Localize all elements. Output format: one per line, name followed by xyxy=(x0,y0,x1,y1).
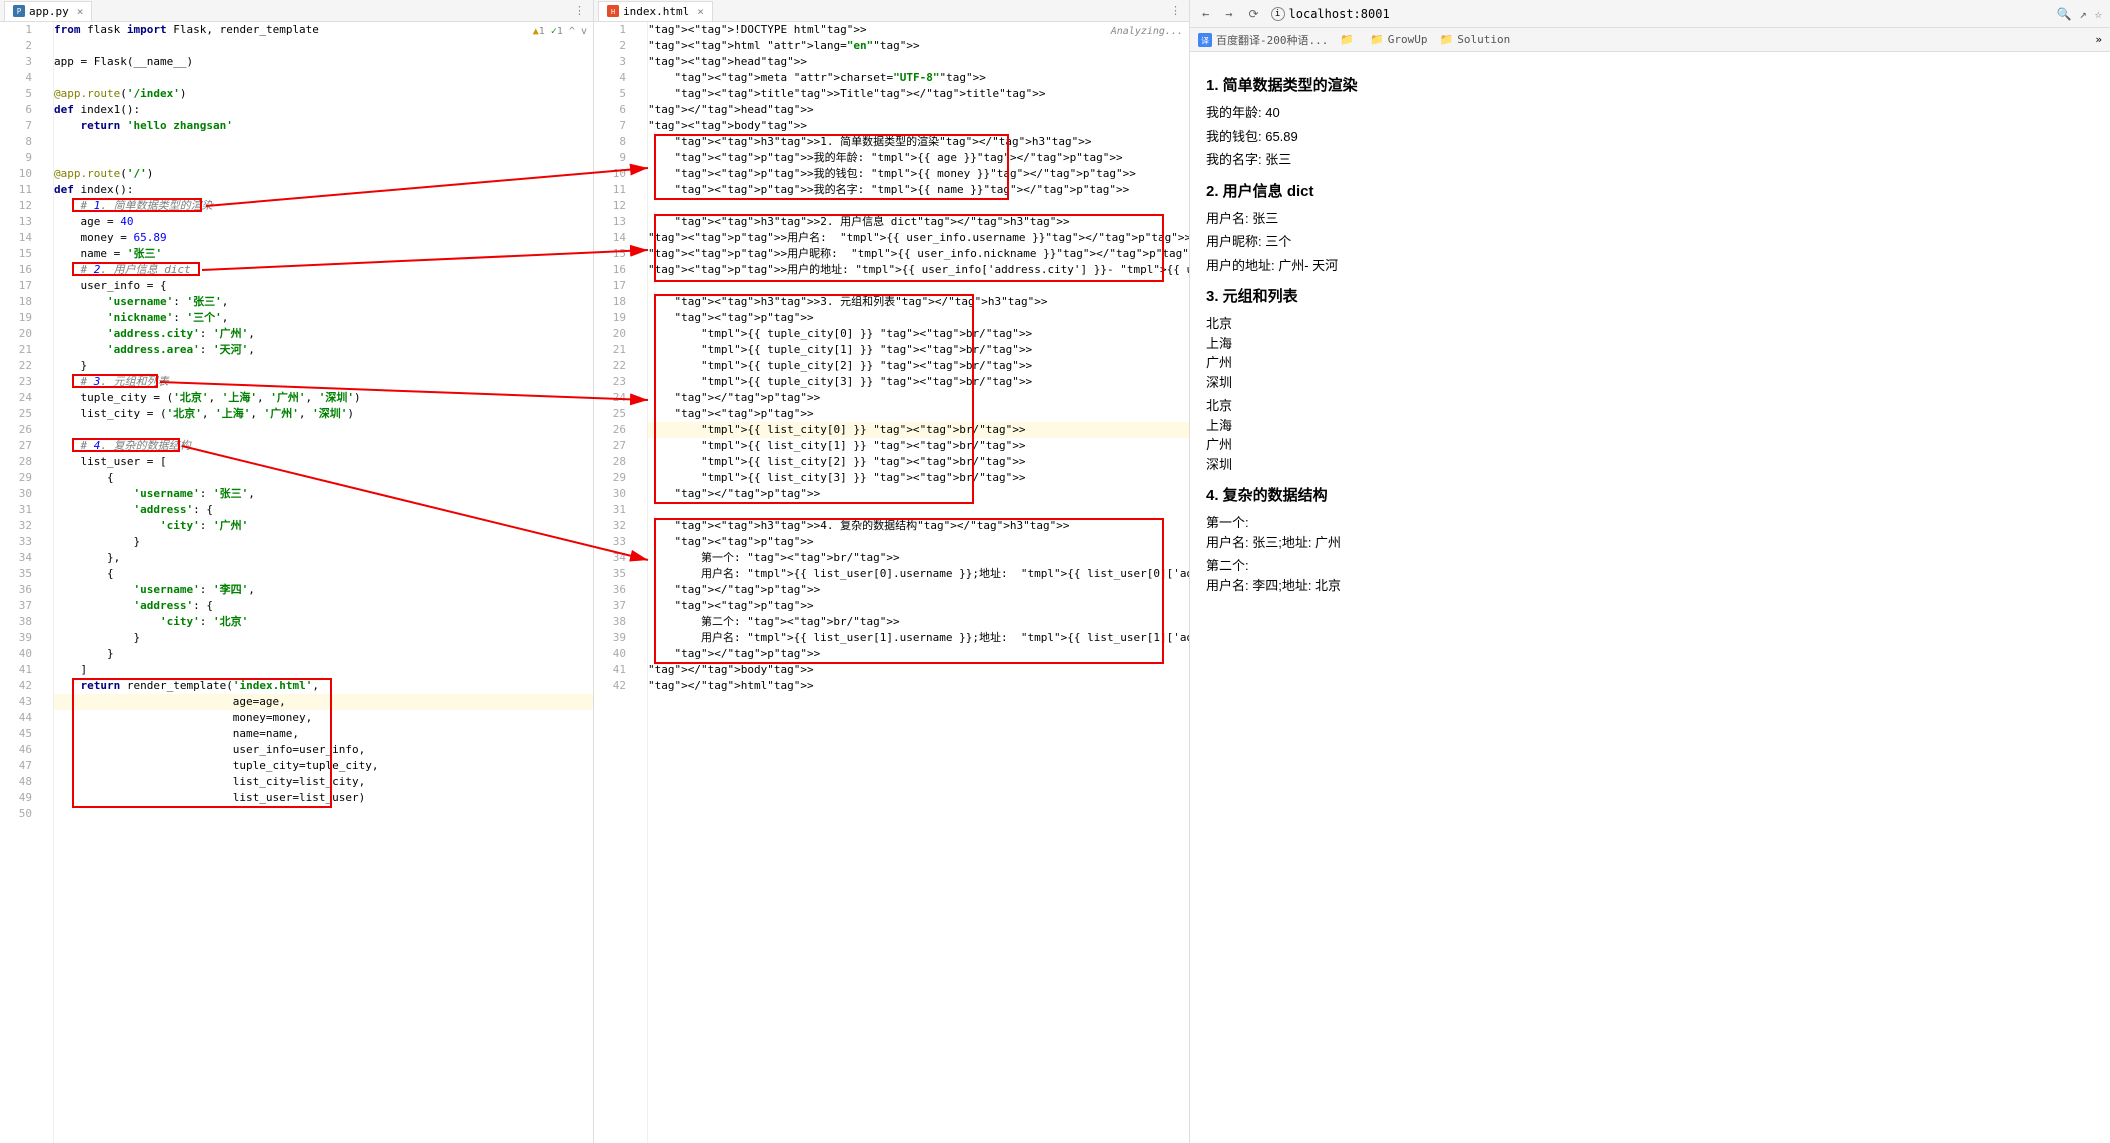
section-heading: 2. 用户信息 dict xyxy=(1206,180,2094,201)
python-file-icon: P xyxy=(13,5,25,17)
bookmark-icon: 译 xyxy=(1198,33,1212,47)
html-file-icon: H xyxy=(607,5,619,17)
rendered-text: 用户昵称: 三个 xyxy=(1206,232,2094,252)
rendered-text: 我的名字: 张三 xyxy=(1206,150,2094,170)
tab-label: app.py xyxy=(29,5,69,18)
url-text: localhost:8001 xyxy=(1289,7,1390,21)
star-icon[interactable]: ☆ xyxy=(2095,7,2102,21)
share-icon[interactable]: ↗ xyxy=(2080,7,2087,21)
tab-menu-icon[interactable]: ⋮ xyxy=(570,4,589,17)
rendered-text: 第二个:用户名: 李四;地址: 北京 xyxy=(1206,556,2094,595)
close-icon[interactable]: × xyxy=(697,5,704,18)
tab-label: index.html xyxy=(623,5,689,18)
folder-icon: 📁 xyxy=(1340,33,1354,46)
line-gutter: 1234567891011121314151617181920212223242… xyxy=(0,22,40,1143)
line-gutter: 1234567891011121314151617181920212223242… xyxy=(594,22,634,1143)
rendered-list: 北京 上海 广州 深圳 xyxy=(1206,314,2094,392)
rendered-text: 我的年龄: 40 xyxy=(1206,103,2094,123)
fold-gutter xyxy=(634,22,648,1143)
right-tab-bar: H index.html × ⋮ xyxy=(594,0,1189,22)
browser-toolbar: ← → ⟳ i localhost:8001 🔍 ↗ ☆ xyxy=(1190,0,2110,28)
browser-pane: ← → ⟳ i localhost:8001 🔍 ↗ ☆ 译百度翻译-200种语… xyxy=(1190,0,2110,1143)
rendered-text: 用户名: 张三 xyxy=(1206,209,2094,229)
bookmark-item[interactable]: 译百度翻译-200种语... xyxy=(1198,32,1328,48)
site-info-icon[interactable]: i xyxy=(1271,7,1285,21)
svg-text:H: H xyxy=(611,8,615,16)
section-heading: 3. 元组和列表 xyxy=(1206,285,2094,306)
left-tab-bar: P app.py × ⋮ xyxy=(0,0,593,22)
bookmark-folder[interactable]: 📁 xyxy=(1340,33,1358,46)
svg-text:译: 译 xyxy=(1201,36,1209,45)
bookmark-folder[interactable]: 📁Solution xyxy=(1440,33,1511,46)
inspection-indicator[interactable]: ▲1 ✓1 ^ v xyxy=(533,26,587,37)
bookmark-overflow[interactable]: » xyxy=(2095,33,2102,46)
tab-app-py[interactable]: P app.py × xyxy=(4,1,92,21)
folder-icon: 📁 xyxy=(1370,33,1384,46)
close-icon[interactable]: × xyxy=(77,5,84,18)
section-heading: 4. 复杂的数据结构 xyxy=(1206,484,2094,505)
search-icon[interactable]: 🔍 xyxy=(2057,7,2072,21)
code-area-right[interactable]: "tag"><"tag">!DOCTYPE html"tag">>"tag"><… xyxy=(648,22,1189,1143)
tab-index-html[interactable]: H index.html × xyxy=(598,1,713,21)
rendered-text: 第一个:用户名: 张三;地址: 广州 xyxy=(1206,513,2094,552)
svg-text:P: P xyxy=(17,7,22,16)
fold-gutter xyxy=(40,22,54,1143)
forward-button[interactable]: → xyxy=(1221,7,1236,21)
tab-menu-icon[interactable]: ⋮ xyxy=(1166,4,1185,17)
bookmark-folder[interactable]: 📁GrowUp xyxy=(1370,33,1427,46)
left-editor[interactable]: 1234567891011121314151617181920212223242… xyxy=(0,22,593,1143)
url-bar[interactable]: i localhost:8001 xyxy=(1271,7,2049,21)
section-heading: 1. 简单数据类型的渲染 xyxy=(1206,74,2094,95)
rendered-text: 我的钱包: 65.89 xyxy=(1206,127,2094,147)
folder-icon: 📁 xyxy=(1440,33,1454,46)
rendered-list: 北京 上海 广州 深圳 xyxy=(1206,396,2094,474)
bookmark-bar: 译百度翻译-200种语... 📁 📁GrowUp 📁Solution » xyxy=(1190,28,2110,52)
code-area-left[interactable]: from flask import Flask, render_template… xyxy=(54,22,593,1143)
back-button[interactable]: ← xyxy=(1198,7,1213,21)
reload-button[interactable]: ⟳ xyxy=(1244,7,1262,21)
analyzing-indicator: Analyzing... xyxy=(1111,26,1183,37)
right-editor[interactable]: 1234567891011121314151617181920212223242… xyxy=(594,22,1189,1143)
rendered-text: 用户的地址: 广州- 天河 xyxy=(1206,256,2094,276)
rendered-page: 1. 简单数据类型的渲染 我的年龄: 40 我的钱包: 65.89 我的名字: … xyxy=(1190,52,2110,1143)
